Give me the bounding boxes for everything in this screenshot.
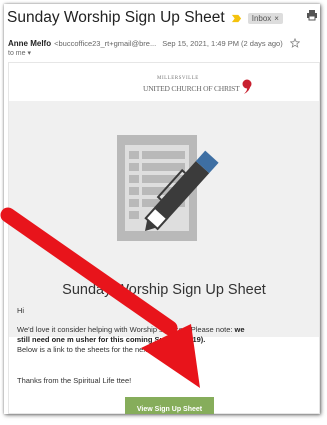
- para1-bold1: we: [234, 325, 245, 334]
- inbox-label-text: Inbox: [251, 13, 272, 23]
- thanks-text: Thanks from the Spiritual Life ttee!: [17, 376, 131, 385]
- email-subject: Sunday Worship Sign Up Sheet: [7, 9, 225, 26]
- greeting-text: Hi: [17, 306, 25, 315]
- email-body: MILLERSVILLE UNITED CHURCH OF CHRIST Sun…: [8, 62, 320, 414]
- thanks-end: ttee!: [116, 376, 132, 385]
- sender-name[interactable]: Anne Melfo: [8, 39, 51, 48]
- hero-section: Sunday Worship Sign Up Sheet: [9, 101, 319, 337]
- logo-small-text: MILLERSVILLE: [157, 76, 199, 81]
- para1-start: We'd love it: [17, 325, 56, 334]
- para1-bold3: usher for this coming Sunday (9/19).: [75, 335, 206, 344]
- email-date: Sep 15, 2021, 1:49 PM (2 days ago): [162, 38, 283, 48]
- para1-cont: consider helping with Worship services. …: [57, 325, 235, 334]
- inbox-label-chip[interactable]: Inbox ×: [247, 12, 283, 24]
- chevron-down-icon[interactable]: ▾: [27, 50, 31, 57]
- para1-bold2: still need one m: [17, 335, 74, 344]
- body-paragraph: We'd love it consider helping with Worsh…: [17, 325, 317, 355]
- subject-row: Sunday Worship Sign Up Sheet Inbox ×: [7, 7, 314, 29]
- para2-start: Below is a link to the: [17, 345, 86, 354]
- print-icon[interactable]: [306, 9, 318, 21]
- email-window: Sunday Worship Sign Up Sheet Inbox × Ann…: [4, 4, 320, 414]
- sign-up-sheet-pen-icon: [117, 135, 219, 241]
- comma-logo-icon: [242, 79, 252, 94]
- recipient-row[interactable]: to me ▾: [8, 49, 31, 57]
- sender-row: Anne Melfo <buccoffice23_rt+gmail@bre...…: [8, 37, 316, 49]
- star-icon[interactable]: [289, 38, 300, 48]
- logo-main-text: UNITED CHURCH OF CHRIST: [143, 84, 240, 93]
- important-marker-icon[interactable]: [231, 13, 242, 24]
- sender-address: <buccoffice23_rt+gmail@bre...: [54, 38, 157, 48]
- thanks-start: Thanks from the Spiritual Life: [17, 376, 115, 385]
- hero-title: Sunday Worship Sign Up Sheet: [62, 282, 266, 298]
- remove-label-icon[interactable]: ×: [274, 14, 279, 23]
- recipient-label: to me: [8, 50, 26, 57]
- view-sign-up-sheet-button[interactable]: View Sign Up Sheet: [125, 397, 214, 414]
- para2-end: sheets for the next few weeks.: [87, 345, 189, 354]
- church-logo-bar: MILLERSVILLE UNITED CHURCH OF CHRIST: [9, 63, 319, 102]
